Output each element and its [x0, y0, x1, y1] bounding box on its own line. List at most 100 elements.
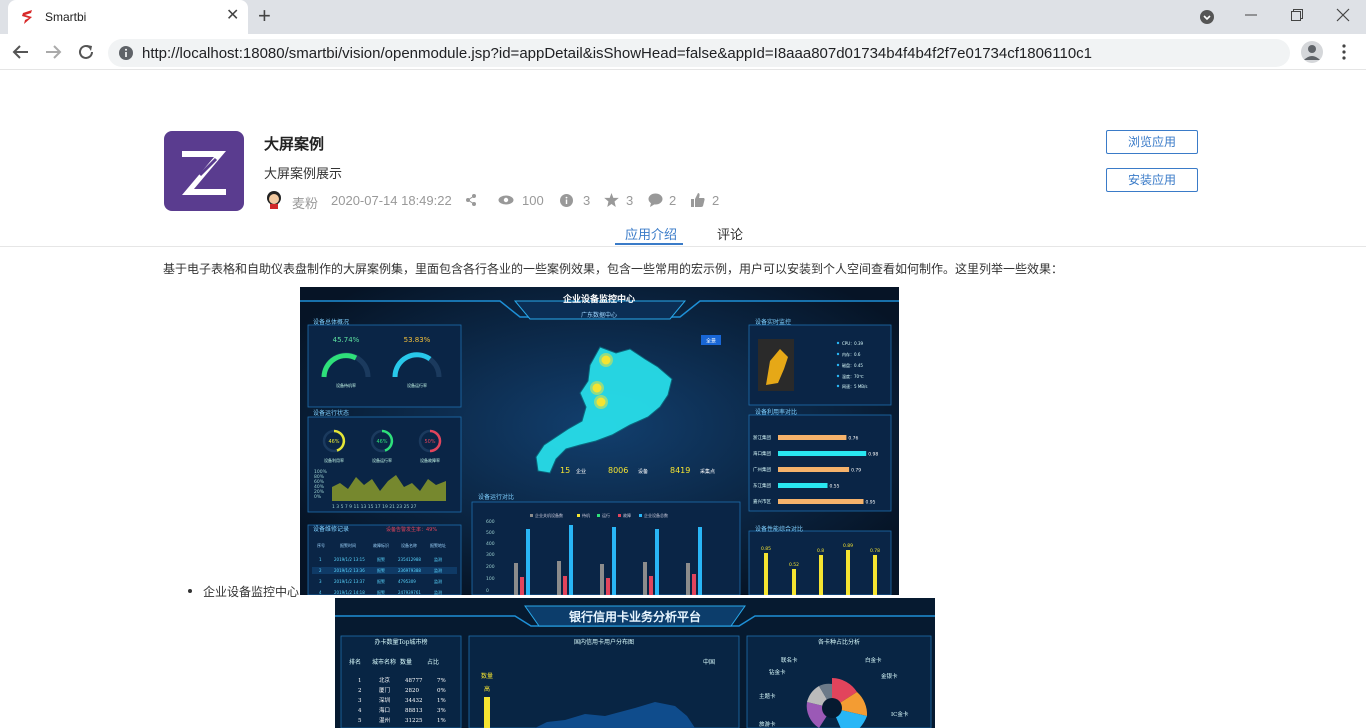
dash1-util-bar — [778, 435, 847, 440]
dash1-th: 故障标识 — [373, 542, 389, 548]
browse-app-button[interactable]: 浏览应用 — [1106, 130, 1198, 154]
dash1-td: 247939761 — [398, 590, 421, 595]
dash1-subtitle: 广东数据中心 — [581, 311, 617, 319]
dash1-th: 设备名称 — [401, 542, 417, 548]
dash1-util-label: 东江集团 — [753, 482, 771, 489]
like-icon[interactable] — [691, 193, 705, 207]
browser-nav-bar: http://localhost:18080/smartbi/vision/op… — [0, 34, 1366, 70]
info-icon — [560, 194, 573, 207]
tab-search-icon[interactable] — [1199, 9, 1215, 25]
dash1-util-label: 嘉兴市区 — [753, 498, 771, 505]
browser-tab[interactable]: Smartbi ✕ — [8, 0, 248, 34]
dash2-th: 城市名称 — [372, 658, 396, 666]
address-bar[interactable]: http://localhost:18080/smartbi/vision/op… — [108, 39, 1290, 67]
dash1-kpi2-label: 设备 — [638, 468, 648, 475]
dash2-panel1: 办卡数量Top城市榜 — [375, 638, 428, 646]
dash1-util-label: 广州集团 — [753, 466, 771, 473]
minimize-icon[interactable] — [1244, 8, 1258, 22]
dash1-realtime: 网速：5 MB/s — [842, 383, 867, 389]
dash2-td: 4 — [358, 708, 362, 714]
dashboard-screenshot-credit-card: 银行信用卡业务分析平台 办卡数量Top城市榜 排名 城市名称 数量 占比 1 北… — [335, 598, 935, 728]
dash2-title: 银行信用卡业务分析平台 — [569, 609, 701, 624]
dash1-kpi1-value: 15 — [560, 466, 570, 475]
install-app-button[interactable]: 安装应用 — [1106, 168, 1198, 192]
dash2-pie-label: 旅游卡 — [759, 720, 776, 728]
star-icon[interactable] — [604, 193, 619, 207]
dash2-panel3: 各卡种占比分析 — [818, 638, 860, 646]
dash1-bar-legend: 待机 — [582, 512, 590, 518]
dash1-td: 报警 — [377, 567, 385, 573]
dash1-th: 报警地址 — [430, 542, 446, 548]
dash1-title: 企业设备监控中心 — [562, 293, 635, 305]
dash1-kpi3-value: 8419 — [670, 466, 690, 475]
dash1-kpi1-label: 企业 — [576, 468, 586, 475]
dash2-map-legend-high: 高 — [484, 685, 490, 693]
new-tab-button[interactable]: + — [258, 4, 271, 28]
dash1-td: 2019/1/2 13:36 — [334, 568, 365, 573]
dash1-td: 4795309 — [398, 579, 416, 584]
dash1-perf-label: 0.52 — [789, 562, 799, 568]
views-eye-icon — [498, 195, 514, 205]
author-name[interactable]: 麦粉 — [292, 193, 318, 212]
dash1-bar-legend: 运行 — [602, 512, 610, 518]
tab-comments[interactable]: 评论 — [717, 224, 743, 243]
dash1-th: 序号 — [317, 542, 325, 548]
dash2-pie-label: 主题卡 — [759, 692, 776, 700]
dash1-ring1-label: 设备利用率 — [324, 457, 344, 463]
tab-intro[interactable]: 应用介绍 — [625, 224, 677, 243]
dash1-td: 2019/1/2 13:37 — [334, 579, 365, 584]
info-count: 3 — [583, 193, 591, 208]
dash1-util-label: 海口集团 — [753, 450, 771, 457]
dash2-td: 0% — [437, 688, 446, 694]
dash1-td: 监测 — [434, 589, 442, 595]
dash1-bar-legend: 故障 — [623, 512, 631, 518]
restore-icon[interactable] — [1290, 8, 1304, 22]
app-description: 大屏案例展示 — [264, 166, 343, 181]
dash1-bar-y: 100 — [486, 576, 495, 582]
dash2-th: 排名 — [349, 658, 361, 666]
dash2-map-right-label: 中国 — [703, 658, 715, 666]
dash1-kpi3-label: 采集点 — [700, 468, 715, 475]
site-info-icon[interactable] — [118, 45, 134, 61]
profile-avatar-icon[interactable] — [1301, 41, 1323, 63]
dash2-td: 48777 — [405, 678, 423, 684]
smartbi-logo-icon — [22, 10, 32, 24]
browser-tab-bar: Smartbi ✕ + — [0, 0, 1366, 34]
dash2-td: 7% — [437, 678, 446, 684]
dash1-util-bar — [778, 499, 864, 504]
reload-icon[interactable] — [77, 43, 95, 61]
dash2-td: 3 — [358, 698, 362, 704]
dash1-td: 监测 — [434, 578, 442, 584]
dash1-th: 报警时间 — [340, 542, 356, 548]
dash1-panel7: 设备性能综合对比 — [755, 525, 803, 533]
tab-close-icon[interactable]: ✕ — [226, 7, 239, 25]
dash1-bar-y: 500 — [486, 530, 495, 536]
dash2-td: 北京 — [379, 676, 391, 684]
url-text: http://localhost:18080/smartbi/vision/op… — [142, 45, 1093, 62]
dash1-bar-y: 600 — [486, 519, 495, 525]
dash1-bar-y: 400 — [486, 541, 495, 547]
dash1-realtime: CPU：0.39 — [842, 341, 863, 346]
dash1-panel3: 设备维修记录 — [313, 525, 349, 533]
dash1-td: 236979388 — [398, 568, 421, 573]
dash2-pie-label: 金银卡 — [881, 672, 898, 680]
dash1-perf-label: 0.8 — [817, 548, 824, 554]
dash1-util-bar — [778, 467, 850, 472]
dash1-td: 监测 — [434, 567, 442, 573]
share-icon[interactable] — [465, 194, 477, 206]
back-icon[interactable] — [12, 43, 30, 61]
forward-icon[interactable] — [44, 43, 62, 61]
close-window-icon[interactable] — [1336, 8, 1350, 22]
dash2-map-legend: 数量 — [481, 672, 493, 680]
dash2-pie-label: 白金卡 — [865, 656, 882, 664]
dash1-perf-label: 0.89 — [843, 543, 853, 549]
dash2-td: 31225 — [405, 718, 423, 724]
dashboard-screenshot-equipment-monitor: 企业设备监控中心 广东数据中心 设备总体概况 45.74% 53.83% 设备待… — [300, 287, 899, 595]
like-count: 2 — [712, 193, 720, 208]
dash1-util-bar — [778, 451, 867, 456]
comment-icon[interactable] — [648, 193, 663, 207]
menu-kebab-icon[interactable] — [1341, 44, 1347, 60]
dash1-gauge2-label: 设备运行率 — [407, 382, 427, 388]
dash1-ring2-value: 46% — [376, 439, 387, 445]
dash2-td: 厦门 — [379, 686, 390, 694]
